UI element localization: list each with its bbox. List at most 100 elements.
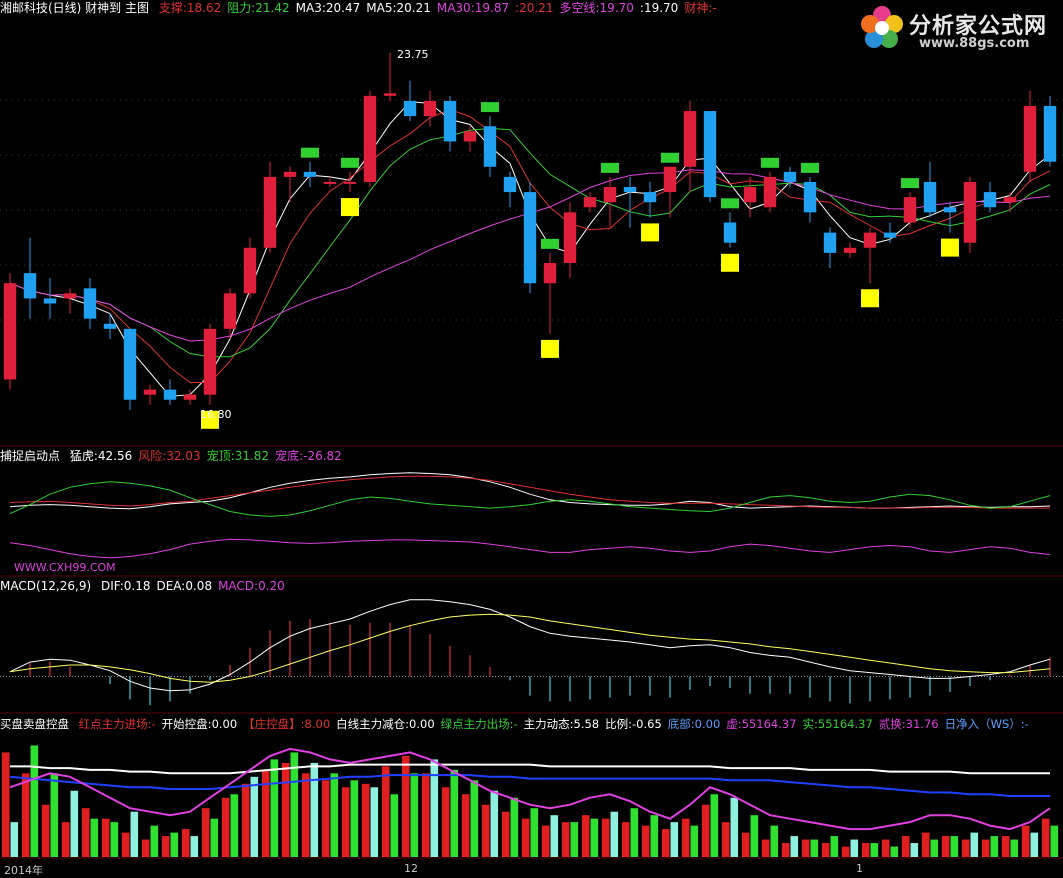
- buy-bar-39: [781, 843, 790, 857]
- sell-bar-22: [450, 769, 459, 857]
- buy-bar-32: [641, 825, 650, 857]
- panel3-item-1: DEA:: [156, 579, 186, 593]
- buy-bar-13: [261, 769, 270, 857]
- panel3-item-0: DIF:: [100, 579, 124, 593]
- panel4-header: 买盘卖盘控盘 红点主力进场:- 开始控盘:0.00 【庄控盘】:8.00 白线主力减仓…: [0, 717, 1041, 731]
- candle-body-9: [183, 394, 197, 400]
- panel4-item-10: 贰换:: [878, 717, 906, 731]
- panel4-item-0: 红点主力进场:: [78, 717, 152, 731]
- panel4-item-11: 日净入（WS）:: [944, 717, 1025, 731]
- buy-bar-40: [801, 839, 810, 857]
- header-item-8: 财神:: [684, 1, 713, 15]
- xaxis-label-month12: 12: [404, 862, 418, 875]
- panel4-value-5: 5.58: [573, 717, 600, 731]
- sell-bar-24: [490, 790, 499, 857]
- yellow-signal-marker-5: [861, 289, 879, 308]
- candle-body-14: [283, 171, 297, 177]
- buy-bar-5: [101, 818, 110, 857]
- green-signal-marker-9: [901, 178, 919, 189]
- candle-body-21: [423, 100, 437, 117]
- candle-body-25: [503, 176, 517, 193]
- sell-bar-41: [830, 836, 839, 857]
- panel4-item-5: 主力动态:: [523, 717, 574, 731]
- header-item-0: 支撑:: [158, 1, 187, 15]
- yellow-signal-marker-4: [721, 253, 739, 272]
- green-signal-marker-5: [661, 152, 679, 163]
- panel4-value-0: -: [151, 717, 156, 731]
- header-value-6: 19.70: [599, 1, 634, 15]
- xaxis-label-year: 2014年: [4, 864, 43, 877]
- sell-bar-25: [510, 797, 519, 857]
- panel2-value-1: 32.03: [166, 449, 201, 463]
- yellow-signal-marker-1: [341, 198, 359, 217]
- site-logo: 分析家公式网 www.88gs.com: [857, 2, 1057, 54]
- header-item-1: 阻力:: [227, 1, 256, 15]
- panel4-item-7: 底部:: [667, 717, 695, 731]
- panel4-line-3: [9, 774, 1050, 797]
- header-value-8: -: [712, 1, 717, 15]
- sell-bar-50: [1010, 839, 1019, 857]
- candle-body-45: [903, 197, 917, 223]
- buy-bar-37: [741, 832, 750, 857]
- sell-bar-8: [170, 832, 179, 857]
- panel4-value-7: 0.00: [694, 717, 721, 731]
- buy-bar-6: [121, 832, 130, 857]
- buy-bar-51: [1021, 825, 1030, 857]
- sell-bar-52: [1050, 825, 1059, 857]
- panel4-item-4: 绿点主力出场:: [440, 717, 514, 731]
- buy-bar-44: [881, 839, 890, 857]
- main-chart-header: 湘邮科技(日线) 财神到 主图 支撑:18.62 阻力:21.42 MA3:20.4…: [0, 1, 729, 15]
- panel4-item-3: 白线主力减仓:: [336, 717, 410, 731]
- sell-bar-9: [190, 836, 199, 857]
- sell-bar-6: [130, 811, 139, 857]
- sell-bar-5: [110, 822, 119, 857]
- candle-body-27: [543, 262, 557, 284]
- candle-body-23: [463, 131, 477, 142]
- buy-bar-31: [621, 822, 630, 857]
- buy-bar-23: [461, 794, 470, 857]
- sell-bar-34: [690, 825, 699, 857]
- panel3-title: MACD(12,26,9): [0, 579, 92, 593]
- candle-body-43: [863, 232, 877, 248]
- sell-bar-13: [270, 759, 279, 857]
- sell-bar-37: [750, 815, 759, 857]
- sell-bar-29: [590, 818, 599, 857]
- panel3-value-0: 0.18: [123, 579, 151, 593]
- buy-bar-2: [41, 804, 50, 857]
- sell-bar-47: [950, 836, 959, 857]
- yellow-signal-marker-6: [941, 238, 959, 257]
- xaxis-label-month1: 1: [856, 862, 863, 875]
- buy-bar-46: [921, 832, 930, 857]
- buy-bar-29: [581, 815, 590, 857]
- sell-bar-45: [910, 843, 919, 857]
- buy-bar-49: [981, 839, 990, 857]
- candle-body-18: [363, 95, 377, 182]
- panel2-line-3: [9, 538, 1051, 559]
- green-signal-marker-6: [721, 198, 739, 209]
- buy-bar-30: [601, 818, 610, 857]
- sell-bar-28: [570, 822, 579, 857]
- candle-body-8: [163, 389, 177, 400]
- header-value-2: 20.47: [325, 1, 361, 15]
- candle-body-30: [603, 187, 617, 203]
- buy-bar-11: [221, 797, 230, 857]
- buy-bar-45: [901, 836, 910, 857]
- sell-bar-0: [10, 822, 19, 857]
- candle-body-11: [223, 293, 237, 329]
- candle-body-20: [403, 100, 417, 117]
- header-item-4: MA30:: [436, 1, 475, 15]
- sell-bar-16: [330, 773, 339, 857]
- yellow-signal-marker-3: [641, 223, 659, 242]
- panel3-header: MACD(12,26,9) DIF:0.18 DEA:0.08 MACD:0.20: [0, 579, 297, 593]
- sell-bar-7: [150, 825, 159, 857]
- buy-bar-28: [561, 822, 570, 857]
- sell-bar-26: [530, 808, 539, 857]
- panel4-value-3: 0.00: [409, 717, 435, 731]
- high-price-label: 23.75: [397, 48, 429, 61]
- yellow-signal-marker-2: [541, 339, 559, 358]
- buy-bar-18: [361, 783, 370, 857]
- sell-bar-11: [230, 794, 239, 857]
- candle-body-15: [303, 171, 317, 177]
- sell-bar-17: [350, 780, 359, 857]
- candle-body-0: [3, 283, 17, 380]
